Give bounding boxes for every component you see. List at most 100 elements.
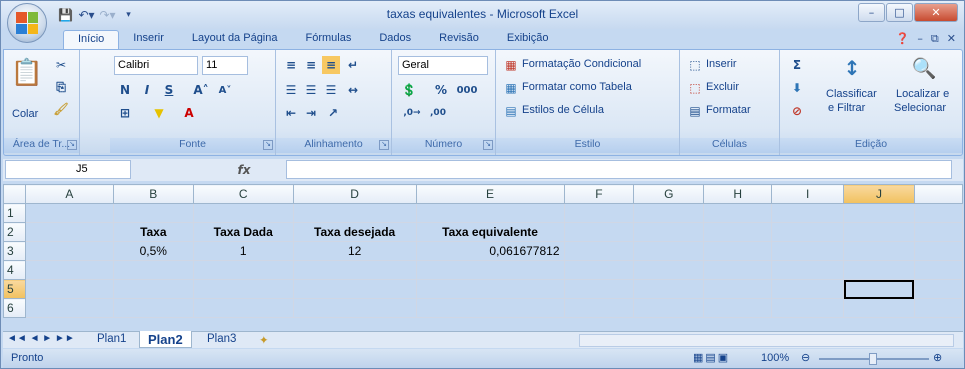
cell-k5[interactable]	[913, 279, 964, 299]
insert-cells-button[interactable]: Inserir	[706, 58, 737, 70]
column-header-c[interactable]: C	[192, 184, 294, 204]
tab-revisao[interactable]: Revisão	[425, 30, 493, 49]
grow-font-icon[interactable]: A˄	[192, 81, 210, 99]
autosum-icon[interactable]: Σ	[788, 56, 806, 74]
cell-d1[interactable]	[292, 203, 417, 223]
thousands-icon[interactable]: 000	[454, 81, 480, 99]
tab-inserir[interactable]: Inserir	[119, 30, 178, 49]
percent-icon[interactable]: %	[432, 81, 450, 99]
cell-g4[interactable]	[633, 260, 705, 280]
cell-c2[interactable]: Taxa Dada	[192, 222, 294, 242]
cell-e4[interactable]	[415, 260, 565, 280]
zoom-out-button[interactable]: ⊖	[801, 351, 810, 364]
cell-e2[interactable]: Taxa equivalente	[415, 222, 565, 242]
increase-indent-icon[interactable]: ⇥	[302, 104, 320, 122]
cell-e6[interactable]	[415, 298, 565, 318]
cell-f4[interactable]	[563, 260, 635, 280]
undo-icon[interactable]: ↶▾	[78, 6, 95, 23]
cell-styles-button[interactable]: Estilos de Célula	[522, 104, 604, 116]
font-color-icon[interactable]: A	[180, 104, 198, 122]
dialog-launcher-icon[interactable]: ↘	[67, 140, 77, 150]
cell-k2[interactable]	[913, 222, 964, 242]
find-select-label[interactable]: Localizar e	[896, 88, 949, 100]
save-icon[interactable]: 💾	[57, 6, 74, 23]
conditional-formatting-button[interactable]: Formatação Condicional	[522, 58, 641, 70]
align-top-icon[interactable]: ≡	[282, 56, 300, 74]
delete-cells-icon[interactable]: ⬚	[686, 79, 704, 97]
ribbon-minimize-button[interactable]: –	[917, 32, 923, 46]
cell-f6[interactable]	[563, 298, 635, 318]
close-button[interactable]: ✕	[914, 3, 958, 22]
select-all-corner[interactable]	[3, 184, 26, 204]
cell-j4[interactable]	[843, 260, 915, 280]
cell-c1[interactable]	[192, 203, 294, 223]
orientation-icon[interactable]: ↗	[324, 104, 342, 122]
zoom-in-button[interactable]: ⊕	[933, 351, 942, 364]
cell-g2[interactable]	[633, 222, 705, 242]
cell-h5[interactable]	[703, 279, 773, 299]
horizontal-scrollbar[interactable]	[579, 334, 954, 347]
sheet-tab-plan1[interactable]: Plan1	[89, 332, 134, 348]
fill-icon[interactable]: ⬇	[788, 79, 806, 97]
cell-j6[interactable]	[843, 298, 915, 318]
borders-icon[interactable]: ⊞	[116, 104, 134, 122]
cell-i6[interactable]	[771, 298, 845, 318]
bold-icon[interactable]: N	[116, 81, 134, 99]
cell-d6[interactable]	[292, 298, 417, 318]
align-left-icon[interactable]: ☰	[282, 81, 300, 99]
cell-f1[interactable]	[563, 203, 635, 223]
cell-i3[interactable]	[771, 241, 845, 261]
format-as-table-icon[interactable]: ▦	[502, 79, 520, 97]
column-header-k[interactable]	[913, 184, 964, 204]
tab-layout[interactable]: Layout da Página	[178, 30, 292, 49]
shrink-font-icon[interactable]: A˅	[216, 81, 234, 99]
cell-e5[interactable]	[415, 279, 565, 299]
cell-h6[interactable]	[703, 298, 773, 318]
tab-exibicao[interactable]: Exibição	[493, 30, 563, 49]
cell-g6[interactable]	[633, 298, 705, 318]
cell-b4[interactable]	[112, 260, 194, 280]
sort-filter-icon[interactable]: ↕	[838, 54, 866, 82]
insert-function-icon[interactable]: fx	[235, 161, 253, 179]
cell-j1[interactable]	[843, 203, 915, 223]
sort-filter-label[interactable]: Classificar	[826, 88, 877, 100]
cell-d4[interactable]	[292, 260, 417, 280]
dialog-launcher-icon[interactable]: ↘	[379, 140, 389, 150]
cell-f2[interactable]	[563, 222, 635, 242]
find-select-icon[interactable]: 🔍	[910, 54, 938, 82]
cell-i4[interactable]	[771, 260, 845, 280]
sheet-tab-plan3[interactable]: Plan3	[199, 332, 244, 348]
cell-k4[interactable]	[913, 260, 964, 280]
ribbon-restore-button[interactable]: ⧉	[931, 32, 939, 46]
currency-icon[interactable]: 💲	[400, 81, 418, 99]
cell-b5[interactable]	[112, 279, 194, 299]
customize-qat-icon[interactable]: ▾	[120, 6, 137, 23]
underline-icon[interactable]: S	[160, 81, 178, 99]
column-header-h[interactable]: H	[703, 184, 773, 204]
cell-f3[interactable]	[563, 241, 635, 261]
format-painter-icon[interactable]: 🖌	[52, 100, 70, 118]
cell-a4[interactable]	[24, 260, 114, 280]
font-name-select[interactable]: Calibri	[114, 56, 198, 75]
cell-d2[interactable]: Taxa desejada	[292, 222, 417, 242]
view-buttons[interactable]: ▦▤▣	[693, 351, 730, 364]
tab-formulas[interactable]: Fórmulas	[292, 30, 366, 49]
office-button[interactable]	[7, 3, 47, 43]
sort-filter-label-2[interactable]: e Filtrar	[828, 102, 865, 114]
cell-b1[interactable]	[112, 203, 194, 223]
number-format-select[interactable]: Geral	[398, 56, 488, 75]
align-center-icon[interactable]: ☰	[302, 81, 320, 99]
font-size-select[interactable]: 11	[202, 56, 248, 75]
wrap-text-icon[interactable]: ↵	[344, 56, 362, 74]
align-bottom-icon[interactable]: ≡	[322, 56, 340, 74]
ribbon-close-button[interactable]: ✕	[947, 32, 956, 46]
column-header-a[interactable]: A	[24, 184, 114, 204]
cell-a2[interactable]	[24, 222, 114, 242]
minimize-button[interactable]: –	[858, 3, 885, 22]
cell-b2[interactable]: Taxa	[112, 222, 194, 242]
formula-input[interactable]	[286, 160, 952, 179]
column-header-f[interactable]: F	[563, 184, 635, 204]
merge-center-icon[interactable]: ↔	[344, 81, 362, 99]
dialog-launcher-icon[interactable]: ↘	[483, 140, 493, 150]
cell-c6[interactable]	[192, 298, 294, 318]
